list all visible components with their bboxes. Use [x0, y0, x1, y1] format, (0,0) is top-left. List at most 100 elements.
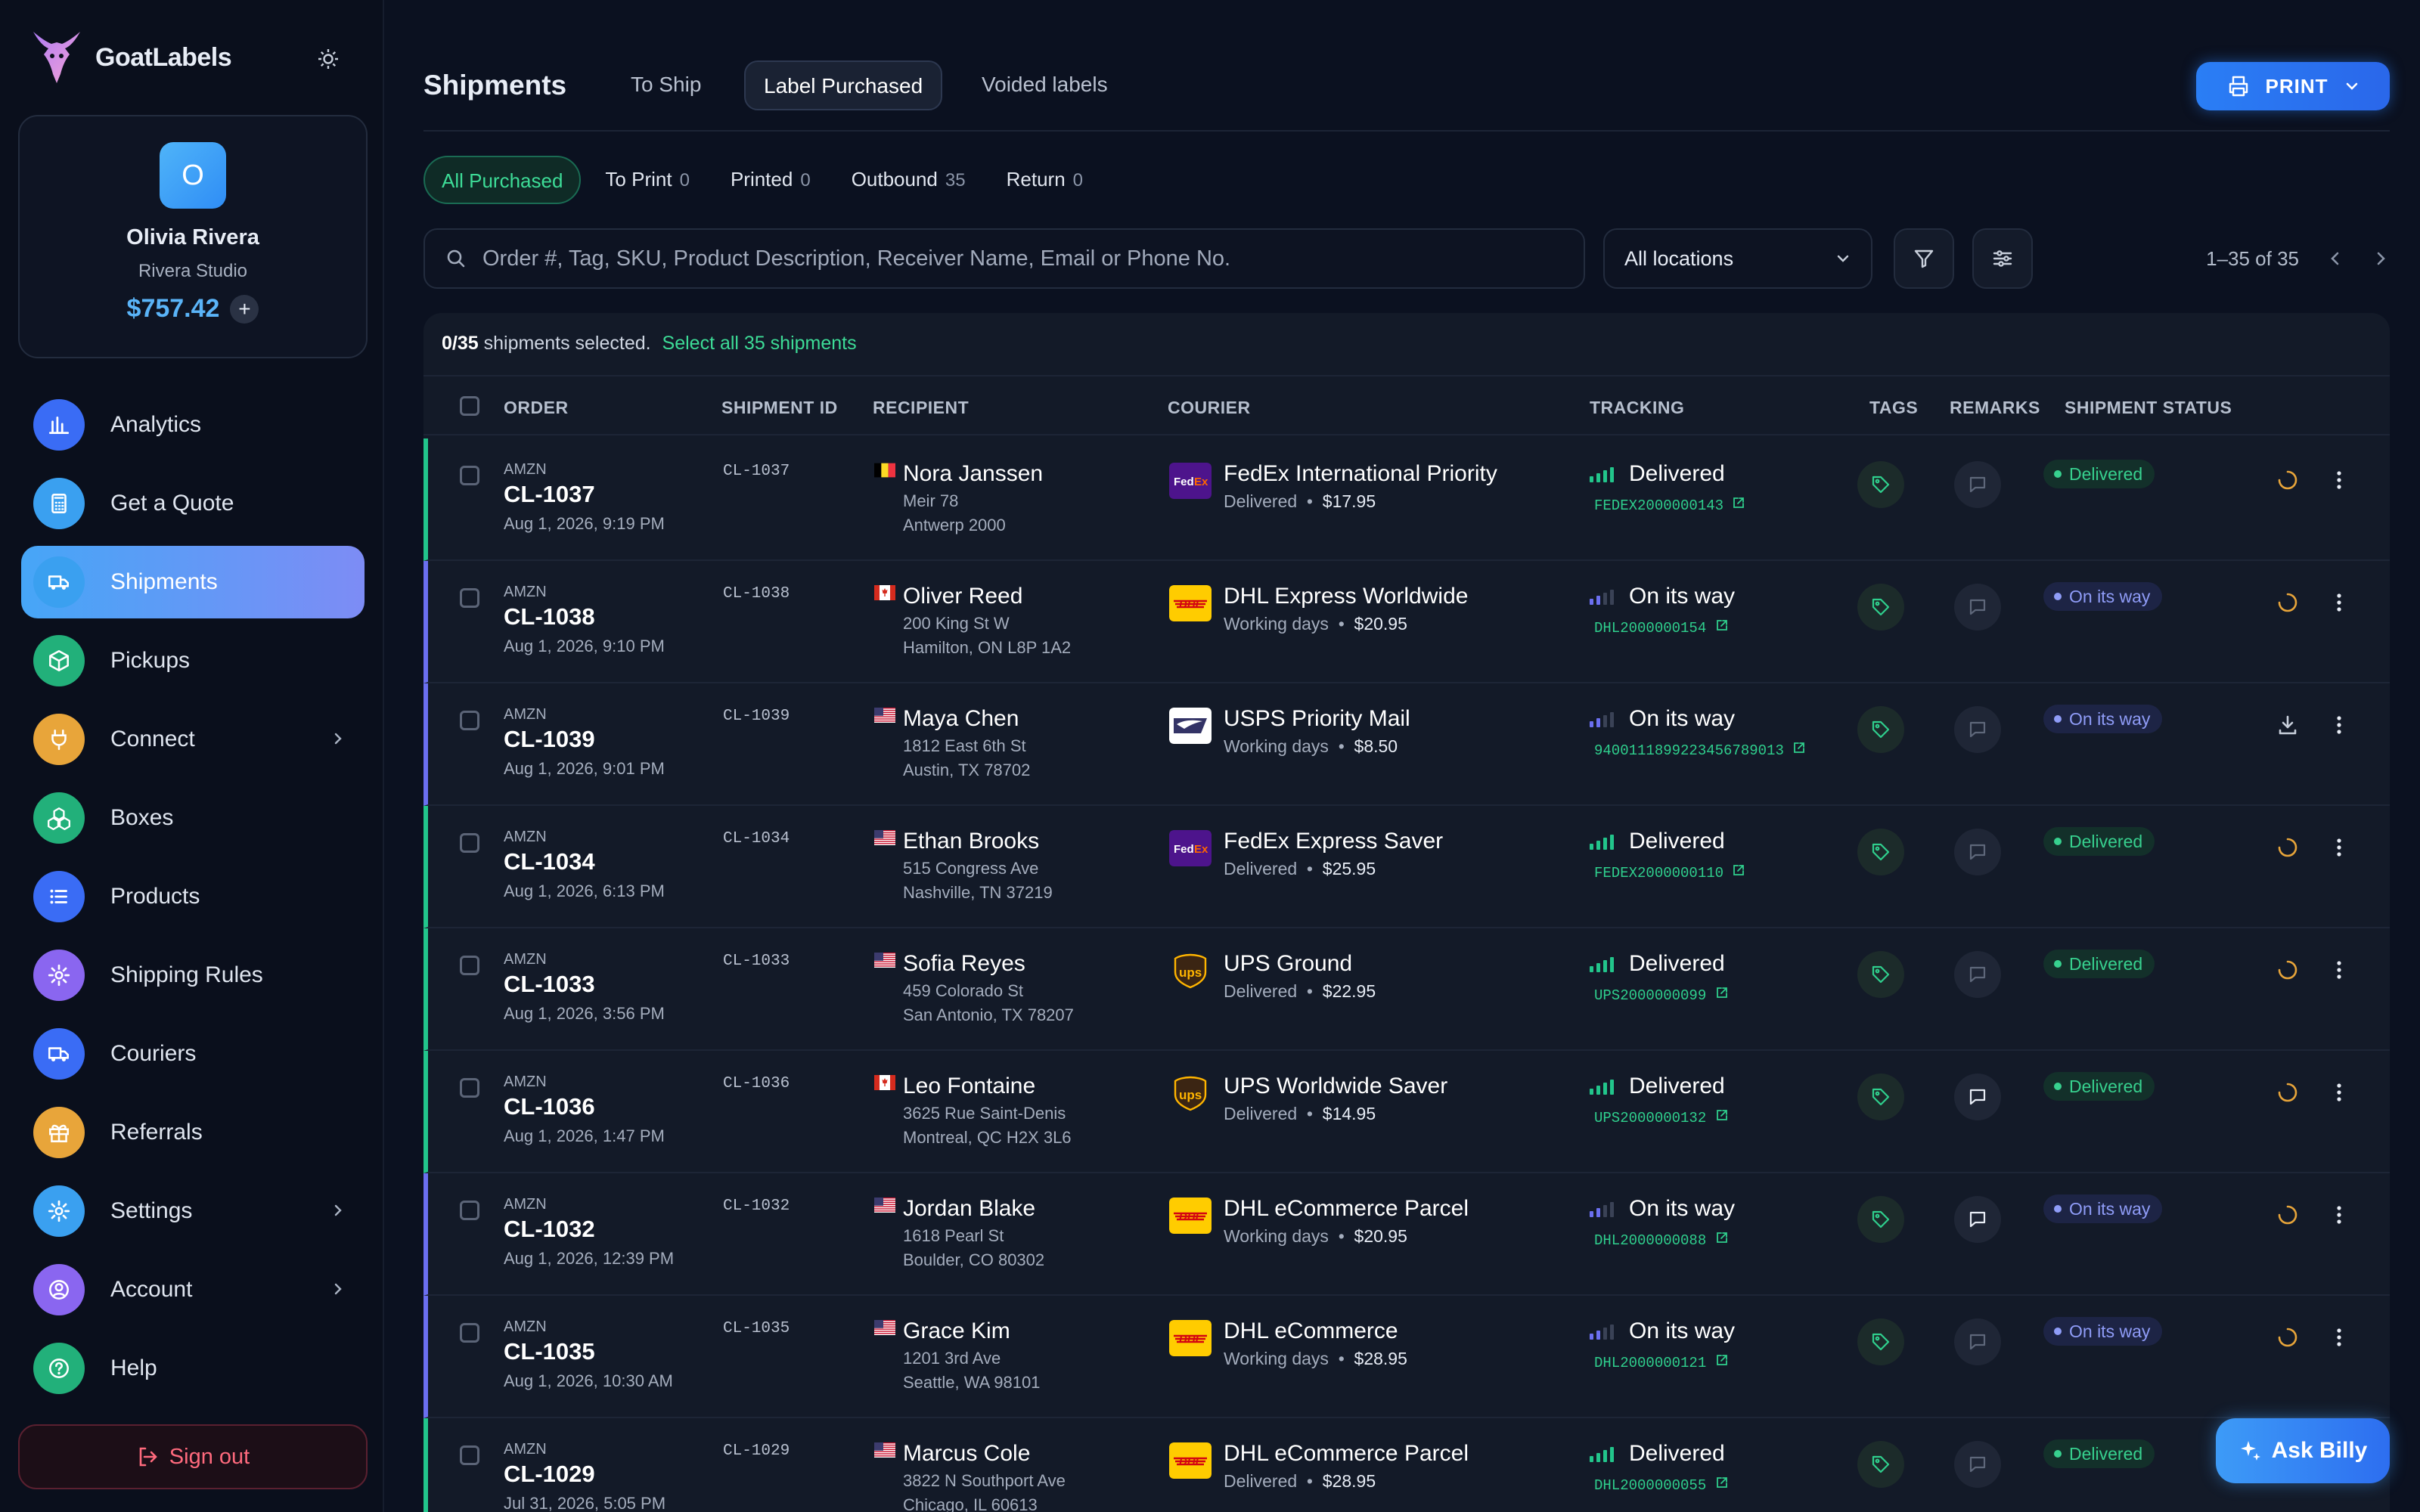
row-checkbox[interactable]: [460, 466, 479, 485]
ask-billy-button[interactable]: Ask Billy: [2216, 1418, 2390, 1483]
table-row[interactable]: AMZN CL-1035 Aug 1, 2026, 10:30 AM CL-1035 G…: [424, 1296, 2390, 1418]
loading-spinner-icon[interactable]: [2276, 1081, 2299, 1104]
more-vertical-icon[interactable]: [2328, 1081, 2350, 1104]
tag-button[interactable]: [1857, 1441, 1904, 1488]
order-number[interactable]: CL-1037: [504, 481, 595, 508]
tab-label-purchased[interactable]: Label Purchased: [744, 60, 943, 110]
external-link-icon[interactable]: [1715, 1108, 1729, 1122]
tracking-number[interactable]: DHL2000000055: [1594, 1476, 1729, 1494]
col-tags[interactable]: TAGS: [1869, 398, 1918, 418]
loading-spinner-icon[interactable]: [2276, 1204, 2299, 1226]
sidebar-item-referrals[interactable]: Referrals: [21, 1096, 365, 1169]
more-vertical-icon[interactable]: [2328, 469, 2350, 491]
row-checkbox[interactable]: [460, 711, 479, 730]
table-row[interactable]: AMZN CL-1032 Aug 1, 2026, 12:39 PM CL-1032 J…: [424, 1173, 2390, 1296]
subtab-to-print[interactable]: To Print 0: [588, 156, 706, 204]
print-button[interactable]: PRINT: [2196, 62, 2390, 110]
tag-button[interactable]: [1857, 1074, 1904, 1120]
row-checkbox[interactable]: [460, 1201, 479, 1220]
more-vertical-icon[interactable]: [2328, 591, 2350, 614]
subtab-outbound[interactable]: Outbound 35: [835, 156, 982, 204]
loading-spinner-icon[interactable]: [2276, 836, 2299, 859]
tag-button[interactable]: [1857, 951, 1904, 998]
remarks-button[interactable]: [1954, 1196, 2001, 1243]
table-row[interactable]: AMZN CL-1037 Aug 1, 2026, 9:19 PM CL-1037 No…: [424, 438, 2390, 561]
subtab-return[interactable]: Return 0: [990, 156, 1100, 204]
col-recipient[interactable]: RECIPIENT: [873, 398, 969, 418]
external-link-icon[interactable]: [1792, 741, 1806, 754]
more-vertical-icon[interactable]: [2328, 714, 2350, 736]
tab-voided-labels[interactable]: Voided labels: [963, 60, 1126, 110]
tab-to-ship[interactable]: To Ship: [613, 60, 719, 110]
tracking-number[interactable]: UPS2000000099: [1594, 986, 1729, 1004]
tracking-number[interactable]: 9400111899223456789013: [1594, 741, 1806, 759]
tag-button[interactable]: [1857, 706, 1904, 753]
location-select[interactable]: All locations: [1603, 228, 1872, 289]
order-number[interactable]: CL-1034: [504, 848, 595, 875]
external-link-icon[interactable]: [1732, 863, 1745, 877]
order-number[interactable]: CL-1029: [504, 1461, 595, 1488]
order-number[interactable]: CL-1035: [504, 1338, 595, 1365]
table-row[interactable]: AMZN CL-1036 Aug 1, 2026, 1:47 PM CL-1036 Le…: [424, 1051, 2390, 1173]
external-link-icon[interactable]: [1715, 986, 1729, 999]
col-order[interactable]: ORDER: [504, 398, 569, 418]
filter-button[interactable]: [1894, 228, 1954, 289]
row-checkbox[interactable]: [460, 956, 479, 975]
sidebar-item-products[interactable]: Products: [21, 860, 365, 933]
sidebar-item-get-a-quote[interactable]: Get a Quote: [21, 467, 365, 540]
sidebar-item-couriers[interactable]: Couriers: [21, 1018, 365, 1090]
tag-button[interactable]: [1857, 1318, 1904, 1365]
remarks-button[interactable]: [1954, 1441, 2001, 1488]
table-row[interactable]: AMZN CL-1039 Aug 1, 2026, 9:01 PM CL-1039 Ma…: [424, 683, 2390, 806]
col-courier[interactable]: COURIER: [1168, 398, 1251, 418]
row-checkbox[interactable]: [460, 588, 479, 608]
remarks-button[interactable]: [1954, 829, 2001, 875]
sidebar-item-pickups[interactable]: Pickups: [21, 624, 365, 697]
order-number[interactable]: CL-1039: [504, 726, 595, 753]
select-all-link[interactable]: Select all 35 shipments: [662, 333, 857, 354]
tracking-number[interactable]: DHL2000000154: [1594, 618, 1729, 637]
sidebar-item-account[interactable]: Account: [21, 1253, 365, 1326]
remarks-button[interactable]: [1954, 951, 2001, 998]
remarks-button[interactable]: [1954, 584, 2001, 631]
tag-button[interactable]: [1857, 1196, 1904, 1243]
external-link-icon[interactable]: [1715, 1476, 1729, 1489]
add-balance-button[interactable]: +: [230, 294, 259, 324]
col-tracking[interactable]: TRACKING: [1590, 398, 1684, 418]
col-shipment-status[interactable]: SHIPMENT STATUS: [2065, 398, 2232, 418]
order-number[interactable]: CL-1038: [504, 603, 595, 631]
loading-spinner-icon[interactable]: [2276, 469, 2299, 491]
tracking-number[interactable]: UPS2000000132: [1594, 1108, 1729, 1126]
more-vertical-icon[interactable]: [2328, 959, 2350, 981]
subtab-all-purchased[interactable]: All Purchased: [424, 156, 582, 204]
tracking-number[interactable]: DHL2000000088: [1594, 1231, 1729, 1249]
order-number[interactable]: CL-1032: [504, 1216, 595, 1243]
brand[interactable]: GoatLabels: [30, 27, 232, 88]
sidebar-item-help[interactable]: Help: [21, 1332, 365, 1405]
external-link-icon[interactable]: [1715, 1353, 1729, 1367]
search-box[interactable]: [424, 228, 1585, 289]
table-row[interactable]: AMZN CL-1034 Aug 1, 2026, 6:13 PM CL-1034 Et…: [424, 806, 2390, 928]
col-remarks[interactable]: REMARKS: [1950, 398, 2040, 418]
more-vertical-icon[interactable]: [2328, 836, 2350, 859]
remarks-button[interactable]: [1954, 1074, 2001, 1120]
row-checkbox[interactable]: [460, 833, 479, 853]
remarks-button[interactable]: [1954, 461, 2001, 508]
chevron-left-icon[interactable]: [2326, 249, 2344, 268]
more-vertical-icon[interactable]: [2328, 1204, 2350, 1226]
search-input[interactable]: [482, 246, 1584, 271]
columns-settings-button[interactable]: [1972, 228, 2033, 289]
tag-button[interactable]: [1857, 584, 1904, 631]
loading-spinner-icon[interactable]: [2276, 959, 2299, 981]
order-number[interactable]: CL-1036: [504, 1093, 595, 1120]
tracking-number[interactable]: DHL2000000121: [1594, 1353, 1729, 1371]
sidebar-item-connect[interactable]: Connect: [21, 703, 365, 776]
loading-spinner-icon[interactable]: [2276, 591, 2299, 614]
remarks-button[interactable]: [1954, 706, 2001, 753]
table-row[interactable]: AMZN CL-1033 Aug 1, 2026, 3:56 PM CL-1033 So…: [424, 928, 2390, 1051]
remarks-button[interactable]: [1954, 1318, 2001, 1365]
sign-out-button[interactable]: Sign out: [18, 1424, 368, 1489]
avatar[interactable]: O: [160, 142, 226, 209]
select-all-checkbox[interactable]: [460, 396, 479, 416]
table-row[interactable]: AMZN CL-1029 Jul 31, 2026, 5:05 PM CL-1029 M…: [424, 1418, 2390, 1512]
